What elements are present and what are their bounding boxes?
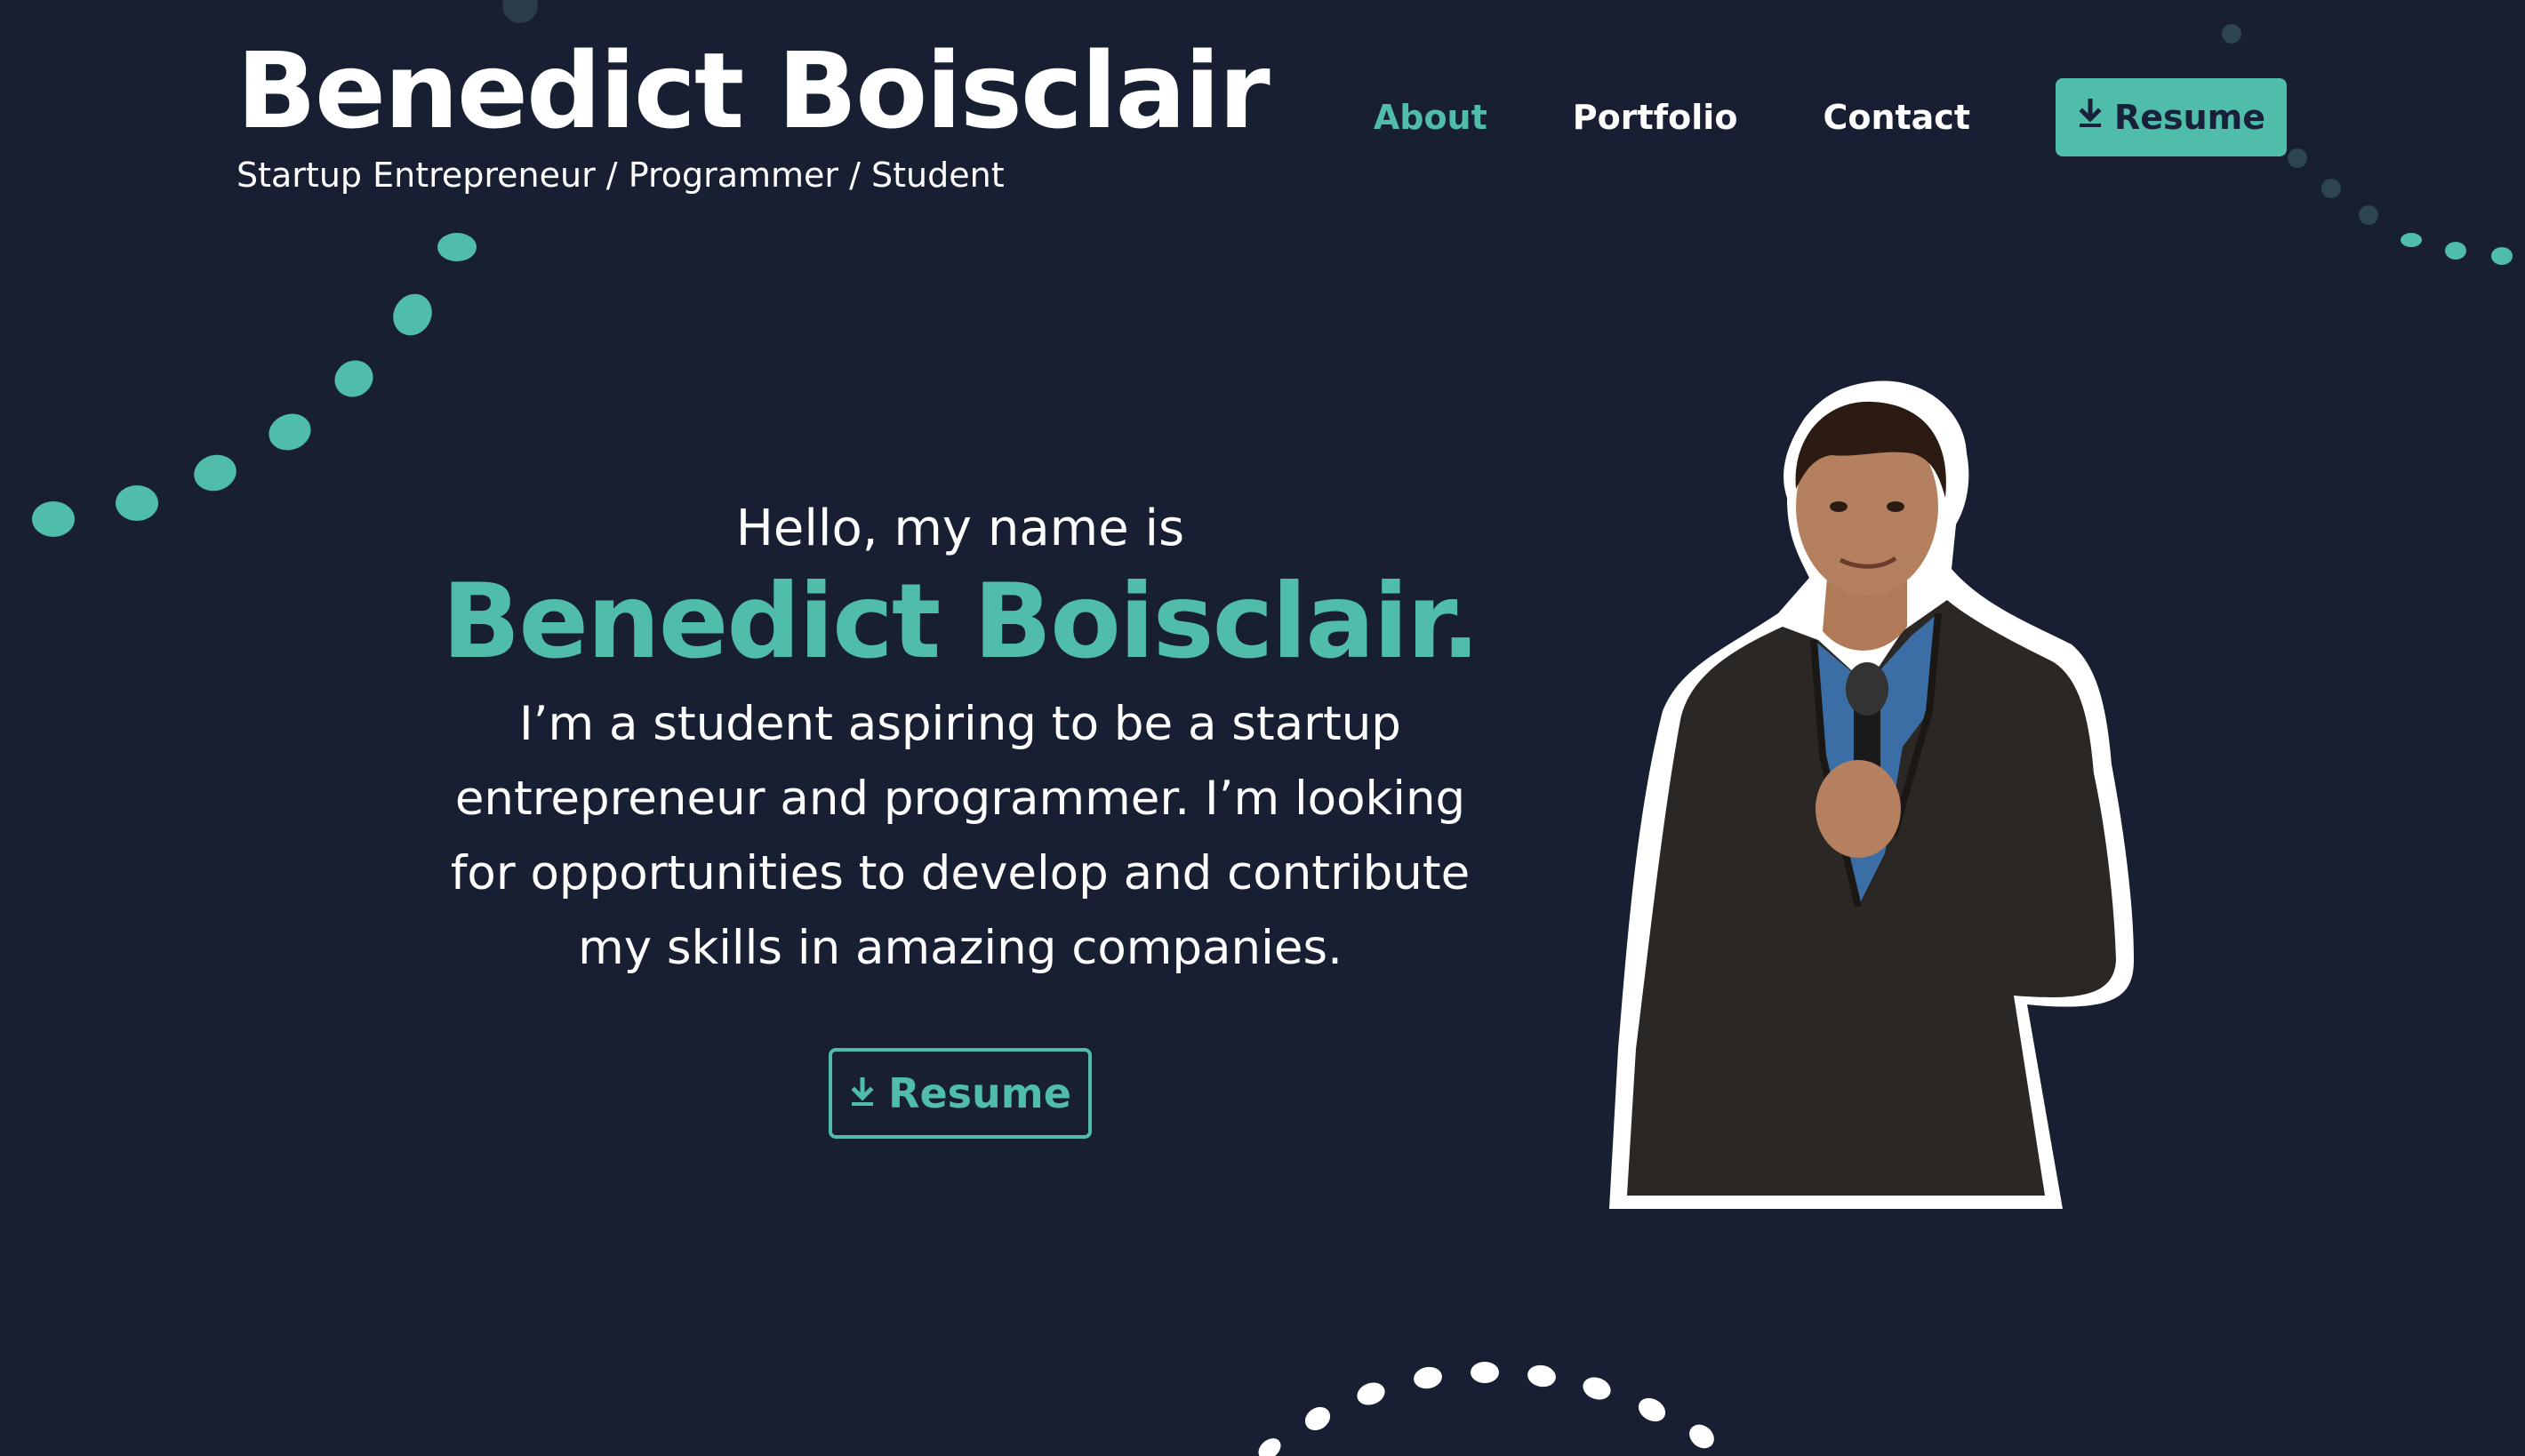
faint-dot	[502, 0, 538, 23]
hero-description: I’m a student aspiring to be a startup e…	[450, 697, 1471, 975]
white-dot-arc-bottom	[1258, 1362, 1714, 1456]
brand: Benedict Boisclair Startup Entrepreneur …	[236, 34, 1271, 196]
site-tagline: Startup Entrepreneur / Programmer / Stud…	[236, 156, 1005, 195]
site-title[interactable]: Benedict Boisclair	[236, 34, 1271, 148]
download-icon	[2077, 98, 2104, 137]
page: Benedict Boisclair Startup Entrepreneur …	[0, 0, 2525, 1456]
nav-resume-button[interactable]: Resume	[2056, 78, 2287, 156]
nav-about-link[interactable]: About	[1374, 98, 1487, 137]
teal-dot-arc-left	[32, 233, 477, 537]
hero-section: Hello, my name is Benedict Boisclair. I’…	[391, 493, 1529, 1139]
nav-resume-label: Resume	[2113, 98, 2266, 137]
main-nav: About Portfolio Contact Resume	[1374, 78, 2287, 156]
hero-name: Benedict Boisclair.	[442, 562, 1480, 682]
hero-greeting: Hello, my name is	[735, 500, 1185, 557]
hero-resume-label: Resume	[888, 1069, 1071, 1117]
hero-resume-button[interactable]: Resume	[829, 1048, 1092, 1139]
portrait-photo	[1609, 380, 2134, 1209]
nav-portfolio-link[interactable]: Portfolio	[1573, 98, 1738, 137]
download-icon	[849, 1069, 876, 1117]
nav-contact-link[interactable]: Contact	[1823, 98, 1970, 137]
